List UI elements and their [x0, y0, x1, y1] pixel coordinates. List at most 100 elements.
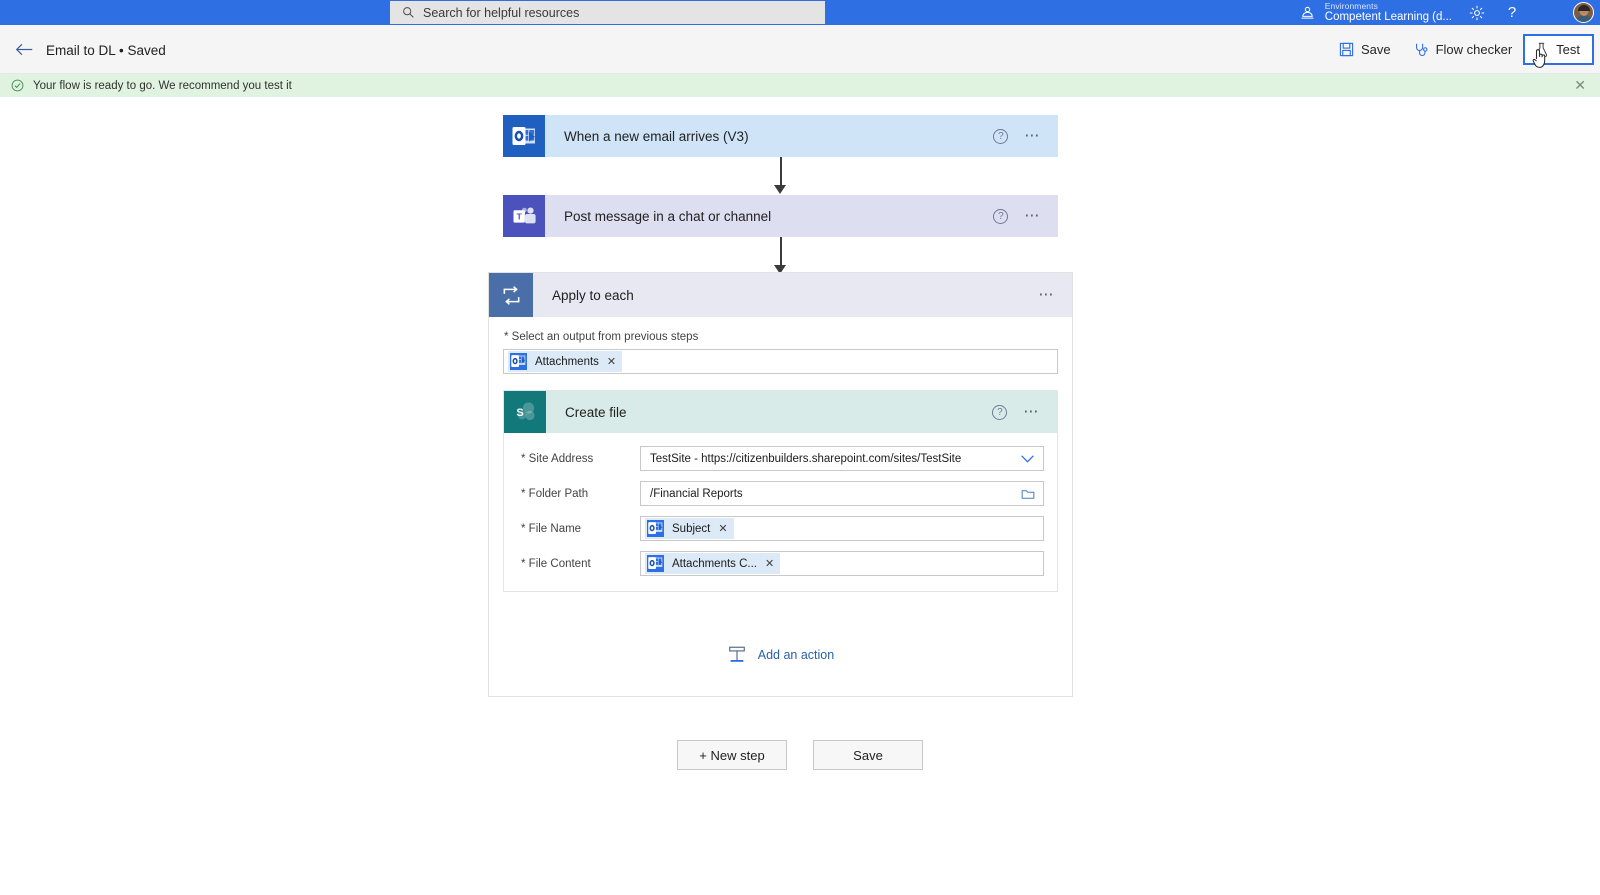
select-output-input[interactable]: Attachments ✕	[503, 349, 1058, 374]
add-action-button[interactable]: Add an action	[503, 632, 1058, 678]
add-action-label: Add an action	[757, 648, 835, 662]
command-bar: Email to DL • Saved Save Flow checker Te…	[0, 25, 1600, 74]
new-step-button[interactable]: + New step	[677, 740, 787, 770]
token-remove-icon[interactable]: ✕	[765, 557, 774, 570]
global-search[interactable]: Search for helpful resources	[390, 1, 825, 24]
flask-icon	[1536, 42, 1548, 57]
avatar-hair	[1577, 4, 1590, 11]
loop-icon	[489, 273, 533, 317]
token-label: Attachments	[535, 355, 599, 368]
apply-to-each-header[interactable]: Apply to each ⋯	[489, 273, 1072, 317]
help-circle-icon[interactable]: ?	[993, 208, 1009, 224]
outlook-icon	[503, 115, 545, 157]
page-title: Email to DL • Saved	[46, 43, 166, 58]
flow-card-teams-action[interactable]: T Post message in a chat or channel ? ⋯	[503, 195, 1058, 237]
flow-card-teams-actions: ? ⋯	[993, 208, 1058, 224]
ellipsis-icon[interactable]: ⋯	[1023, 404, 1040, 419]
flow-card-trigger[interactable]: When a new email arrives (V3) ? ⋯	[503, 115, 1058, 157]
environment-label: Environments	[1324, 1, 1378, 11]
flow-card-create-file: S Create file ? ⋯ * Site Address TestSit…	[503, 390, 1058, 592]
field-row-site-address: * Site Address TestSite - https://citize…	[518, 446, 1044, 471]
notification-message: Your flow is ready to go. We recommend y…	[33, 79, 292, 92]
connector-arrowhead	[774, 185, 786, 194]
field-row-file-name: * File Name Subject ✕	[518, 516, 1044, 541]
search-placeholder-text: Search for helpful resources	[423, 5, 580, 20]
apply-to-each-title: Apply to each	[552, 287, 634, 303]
apply-to-each-actions: ⋯	[1038, 287, 1072, 302]
avatar-body	[1574, 15, 1593, 22]
save-button[interactable]: Save	[1328, 35, 1402, 65]
save-button-label: Save	[1360, 42, 1391, 57]
site-address-value: TestSite - https://citizenbuilders.share…	[650, 452, 962, 465]
token-chip-attachments[interactable]: Attachments ✕	[508, 351, 623, 372]
add-action-icon	[728, 646, 745, 662]
flow-card-trigger-actions: ? ⋯	[993, 128, 1058, 144]
svg-text:T: T	[516, 211, 522, 221]
flow-scope-apply-to-each: Apply to each ⋯ * Select an output from …	[488, 272, 1073, 697]
chevron-down-icon[interactable]	[1020, 454, 1035, 463]
back-arrow-icon	[15, 43, 32, 55]
footer-save-button[interactable]: Save	[813, 740, 923, 770]
select-output-label: * Select an output from previous steps	[504, 331, 699, 343]
token-label: Subject	[672, 522, 711, 535]
teams-icon: T	[503, 195, 545, 237]
help-icon: ?	[1507, 4, 1517, 21]
field-row-file-content: * File Content Attachments C... ✕	[518, 551, 1044, 576]
svg-text:S: S	[516, 407, 523, 419]
file-name-input[interactable]: Subject ✕	[640, 516, 1044, 541]
file-content-input[interactable]: Attachments C... ✕	[640, 551, 1044, 576]
outlook-icon	[510, 353, 527, 370]
close-icon[interactable]: ✕	[1574, 78, 1586, 92]
connector-line	[780, 157, 782, 187]
back-button[interactable]	[14, 39, 34, 59]
environment-name: Competent Learning (d...	[1324, 10, 1452, 23]
connector-line	[780, 237, 782, 267]
create-file-header[interactable]: S Create file ? ⋯	[504, 391, 1057, 433]
create-file-title: Create file	[565, 404, 627, 420]
create-file-actions: ? ⋯	[992, 404, 1057, 420]
site-address-input[interactable]: TestSite - https://citizenbuilders.share…	[640, 446, 1044, 471]
flow-checker-button[interactable]: Flow checker	[1402, 35, 1524, 65]
field-label-site-address: * Site Address	[521, 452, 594, 465]
field-label-file-name: * File Name	[521, 522, 582, 535]
folder-path-value: /Financial Reports	[650, 487, 743, 500]
field-label-file-content: * File Content	[521, 557, 591, 570]
test-button-label: Test	[1556, 42, 1580, 57]
token-remove-icon[interactable]: ✕	[607, 355, 616, 368]
field-row-folder-path: * Folder Path /Financial Reports	[518, 481, 1044, 506]
save-icon	[1339, 42, 1354, 57]
check-circle-icon	[11, 79, 24, 92]
create-file-fields: * Site Address TestSite - https://citize…	[504, 433, 1057, 591]
field-label-folder-path: * Folder Path	[521, 487, 589, 500]
footer-actions: + New step Save	[0, 740, 1600, 770]
ellipsis-icon[interactable]: ⋯	[1024, 208, 1041, 223]
folder-path-input[interactable]: /Financial Reports	[640, 481, 1044, 506]
help-button[interactable]: ?	[1497, 0, 1527, 25]
token-label: Attachments C...	[672, 557, 758, 570]
app-header: Search for helpful resources Environment…	[0, 0, 1600, 25]
help-circle-icon[interactable]: ?	[993, 128, 1009, 144]
outlook-icon	[647, 555, 664, 572]
token-chip-subject[interactable]: Subject ✕	[645, 518, 734, 539]
outlook-icon	[647, 520, 664, 537]
sharepoint-icon: S	[504, 391, 546, 433]
search-icon	[403, 7, 414, 18]
gear-icon	[1469, 5, 1485, 20]
folder-picker-icon[interactable]	[1021, 488, 1035, 500]
environment-icon	[1301, 6, 1314, 19]
ellipsis-icon[interactable]: ⋯	[1024, 128, 1041, 143]
token-chip-attachments-content[interactable]: Attachments C... ✕	[645, 553, 781, 574]
flow-card-trigger-title: When a new email arrives (V3)	[564, 128, 749, 144]
command-bar-actions: Save Flow checker Test	[1328, 25, 1600, 74]
help-circle-icon[interactable]: ?	[992, 404, 1008, 420]
token-remove-icon[interactable]: ✕	[718, 522, 727, 535]
stethoscope-icon	[1415, 43, 1428, 56]
test-button[interactable]: Test	[1523, 34, 1594, 68]
user-avatar[interactable]	[1573, 2, 1594, 23]
status-notification-bar: Your flow is ready to go. We recommend y…	[0, 74, 1600, 97]
ellipsis-icon[interactable]: ⋯	[1038, 287, 1055, 302]
flow-designer-canvas: When a new email arrives (V3) ? ⋯ T Post…	[0, 97, 1600, 895]
environment-selector[interactable]: Environments Competent Learning (d...	[1299, 0, 1452, 25]
apply-to-each-body: * Select an output from previous steps A…	[489, 317, 1072, 696]
settings-button[interactable]	[1462, 0, 1492, 25]
